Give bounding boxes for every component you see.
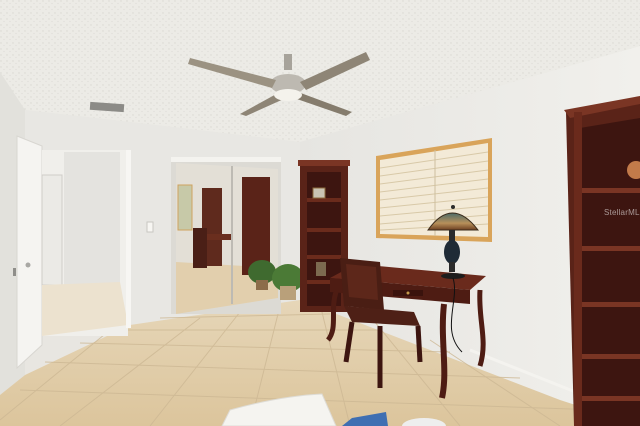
hallway-frame: [126, 150, 131, 328]
open-door: [16, 135, 43, 370]
room-illustration: [0, 0, 640, 426]
picture-frame: [312, 187, 326, 199]
reflected-chair: [193, 228, 207, 268]
reflected-bookcase-2: [242, 177, 270, 275]
closet-frame-top: [171, 157, 281, 162]
room-photo: StellarMLS: [0, 0, 640, 426]
hallway-door: [41, 174, 63, 286]
door-hinge: [13, 268, 16, 276]
watermark: StellarMLS: [604, 208, 640, 217]
hallway-wall: [64, 152, 120, 288]
door-knob: [25, 262, 31, 268]
bookcase-right: [564, 96, 640, 426]
light-switch: [146, 221, 154, 233]
reflected-desk: [203, 234, 233, 240]
reflected-window: [177, 184, 193, 231]
